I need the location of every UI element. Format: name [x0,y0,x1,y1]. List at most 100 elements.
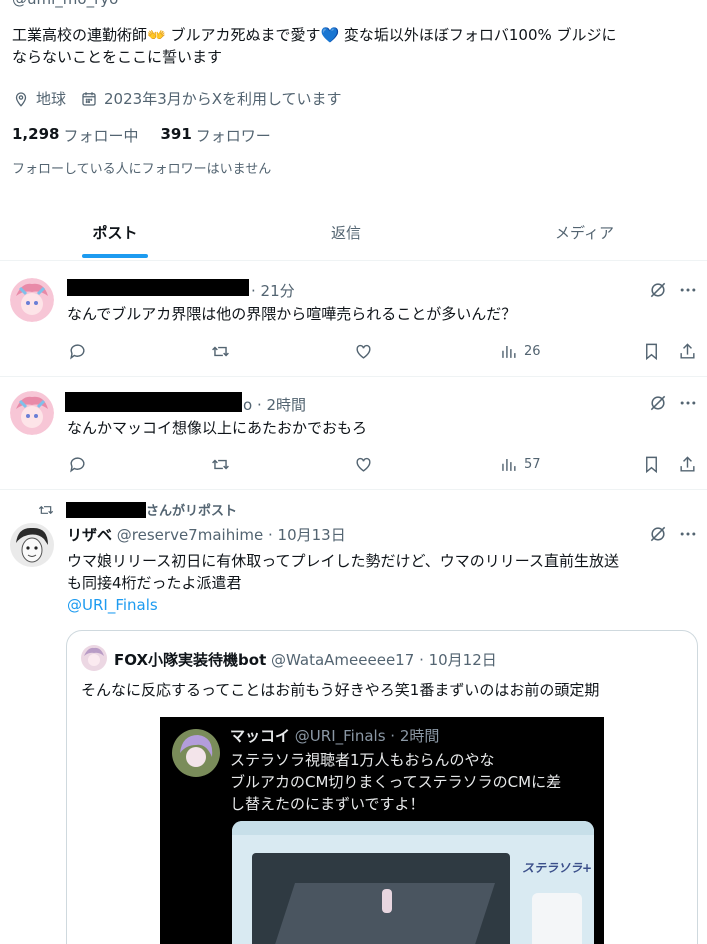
repost-text: ウマ娘リリース初日に有休取ってプレイした勢だけど、ウマのリリース直前生放送 も同… [67,550,702,616]
tab-media-label: メディア [555,224,614,242]
post-name-suffix: o [243,396,253,414]
views-button[interactable]: 26 [499,342,541,361]
follow-stats: 1,298 フォロー中 391 フォロワー [12,125,293,146]
share-icon [680,343,695,359]
post-text: なんでブルアカ界隈は他の界隈から喧嘩売られることが多いんだ？ [67,305,517,323]
post-1[interactable]: · 21分 なんでブルアカ界隈は他の界隈から喧嘩売られることが多いんだ？ 26 [0,262,707,377]
followers-count[interactable]: 391 [160,125,191,146]
repost-mention[interactable]: @URI_Finals [67,594,702,616]
heart-icon [356,457,371,472]
quote-header: FOX小隊実装待機bot @WataAmeeeee17 · 10月12日 [114,649,497,670]
more-icon[interactable] [678,393,698,413]
views-button[interactable]: 57 [499,455,541,474]
calendar-icon [82,91,96,106]
avatar[interactable] [10,391,54,435]
share-icon [680,456,695,472]
views-icon [502,458,516,471]
repost-button[interactable] [211,455,230,474]
repost-header: リザベ @reserve7maihime · 10月13日 [67,524,346,545]
repost-icon [212,346,229,357]
views-icon [502,345,516,358]
share-button[interactable] [678,455,697,474]
location-item: 地球 [12,88,66,109]
post-top-actions [648,393,698,413]
media-game-screenshot: ステラソラ+ [232,821,594,944]
bookmark-button[interactable] [642,455,661,474]
reply-icon [70,457,85,473]
post-2[interactable]: o · 2時間 なんかマッコイ想像以上にあたおかでおもろ 57 [0,378,707,490]
tab-media[interactable]: メディア [462,205,707,260]
media-author-name: マッコイ [230,727,291,745]
quote-author-handle: @WataAmeeeee17 [271,651,415,669]
repost-text-line-1: ウマ娘リリース初日に有休取ってプレイした勢だけど、ウマのリリース直前生放送 [67,552,620,570]
following-label[interactable]: フォロー中 [63,125,138,146]
quote-avatar [81,645,107,675]
bio-line-1: 工業高校の連勤術師👐 ブルアカ死ぬまで愛す💙 変な垢以外ほぼフォロバ100% ブ… [12,26,617,44]
post-time-text: · 2時間 [256,396,307,414]
repost-icon [212,459,229,470]
joined-item: 2023年3月からXを利用しています [80,88,342,109]
no-mutual-followers-text: フォローしている人にフォロワーはいません [12,162,272,177]
profile-meta: 地球 2023年3月からXを利用しています [12,88,356,109]
media-text-line-2: ブルアカのCM切りまくってステラソラのCMに差 [230,773,562,791]
location-pin-icon [15,91,27,107]
media-avatar [172,729,220,777]
quote-media-image[interactable]: マッコイ @URI_Finals · 2時間 ステラソラ視聴者1万人もおらんのや… [160,717,604,944]
grok-icon[interactable] [648,280,668,300]
more-icon[interactable] [678,524,698,544]
bookmark-icon [646,343,657,361]
joined-text: 2023年3月からXを利用しています [104,90,342,108]
repost-text-line-2: も同接4桁だったよ派遣君 [67,574,242,592]
followers-label[interactable]: フォロワー [196,125,271,146]
media-game-logo: ステラソラ+ [522,861,593,875]
repost-author-name[interactable]: リザベ [67,526,112,544]
repost-avatar[interactable] [10,523,54,571]
media-text-line-1: ステラソラ視聴者1万人もおらんのやな [230,751,495,769]
repost-indicator[interactable]: さんがリポスト [38,500,237,519]
bio-line-2: ならないことをここに誓います [12,48,223,66]
repost-top-actions [648,524,698,544]
location-text: 地球 [36,90,67,108]
media-time: · 2時間 [390,727,440,745]
media-game-banner [232,821,594,835]
post-time[interactable]: o · 2時間 [243,394,306,415]
bookmark-button[interactable] [642,342,661,361]
post-top-actions [648,280,698,300]
tab-replies[interactable]: 返信 [230,205,462,260]
media-author-handle: @URI_Finals [294,727,386,745]
views-count: 57 [524,457,541,472]
media-game-character [382,889,392,913]
media-game-scene [252,853,510,944]
repost-button[interactable] [211,342,230,361]
redacted-reposter [66,501,146,518]
quote-time: · 10月12日 [419,651,497,669]
bookmark-icon [646,456,657,474]
more-icon[interactable] [678,280,698,300]
post-time[interactable]: · 21分 [251,280,295,301]
repost-author-handle[interactable]: @reserve7maihime [117,526,263,544]
avatar[interactable] [10,278,54,322]
profile-tabs: ポスト 返信 メディア [0,205,707,261]
post-text: なんかマッコイ想像以上にあたおかでおもろ [67,419,368,437]
share-button[interactable] [678,342,697,361]
reply-button[interactable] [68,342,87,361]
like-button[interactable] [354,455,373,474]
media-header: マッコイ @URI_Finals · 2時間 [230,725,439,746]
repost-time[interactable]: · 10月13日 [268,526,346,544]
media-game-side-panel [532,893,582,944]
tab-posts-label: ポスト [92,224,138,242]
following-count[interactable]: 1,298 [12,125,59,146]
repost-label: さんがリポスト [146,504,238,519]
tab-posts[interactable]: ポスト [0,205,230,260]
views-count: 26 [524,344,541,359]
redacted-name [67,279,249,296]
reply-button[interactable] [68,455,87,474]
profile-handle: @umi_mo_ryo [12,0,118,8]
grok-icon[interactable] [648,524,668,544]
heart-icon [356,344,371,359]
media-text-line-3: し替えたのにまずいですよ！ [230,795,425,813]
like-button[interactable] [354,342,373,361]
redacted-name [65,392,242,412]
grok-icon[interactable] [648,393,668,413]
media-text: ステラソラ視聴者1万人もおらんのやな ブルアカのCM切りまくってステラソラのCM… [230,749,561,815]
